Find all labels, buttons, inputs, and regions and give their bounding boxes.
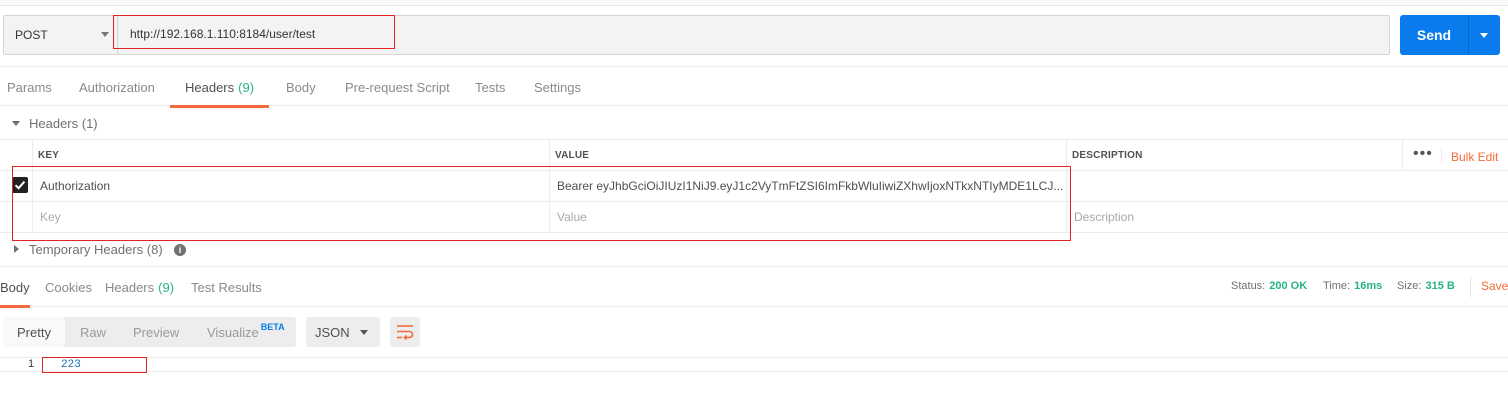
status-indicator[interactable]: Status: 200 OK <box>1231 280 1307 292</box>
tab-count-badge: (9) <box>238 79 255 95</box>
column-divider <box>1441 147 1442 163</box>
status-label: Status: <box>1231 280 1266 292</box>
chevron-down-icon <box>360 330 368 335</box>
tab-response-body[interactable]: Body <box>0 267 30 308</box>
tab-body[interactable]: Body <box>286 67 316 107</box>
format-preview[interactable]: Preview <box>133 317 179 347</box>
tab-label: Params <box>7 79 52 95</box>
tab-label: Authorization <box>79 79 155 95</box>
wrap-lines-button[interactable] <box>390 317 420 347</box>
tab-tests[interactable]: Tests <box>475 67 505 107</box>
size-indicator[interactable]: Size: 315 B <box>1397 280 1455 292</box>
tab-test-results[interactable]: Test Results <box>191 267 262 307</box>
time-indicator[interactable]: Time: 16ms <box>1323 280 1382 292</box>
language-label: JSON <box>315 324 350 340</box>
request-tabs: Params Authorization Headers (9) Body Pre… <box>0 66 1508 108</box>
size-value: 315 B <box>1425 280 1455 292</box>
chevron-down-icon <box>1480 33 1488 38</box>
tab-response-headers[interactable]: Headers (9) <box>105 267 174 307</box>
tab-authorization[interactable]: Authorization <box>79 67 155 107</box>
language-select[interactable]: JSON <box>306 317 380 347</box>
temporary-headers-toggle[interactable]: Temporary Headers (8) <box>29 242 163 257</box>
line-number: 1 <box>28 358 35 370</box>
more-options-icon[interactable]: ••• <box>1413 145 1433 163</box>
format-label: Pretty <box>17 324 51 340</box>
beta-badge: BETA <box>260 322 285 332</box>
send-options-button[interactable] <box>1469 15 1500 55</box>
tab-label: Body <box>0 279 30 295</box>
tab-pre-request-script[interactable]: Pre-request Script <box>345 67 450 107</box>
size-label: Size: <box>1397 280 1422 292</box>
tab-label: Headers <box>185 79 235 95</box>
time-value: 16ms <box>1354 280 1383 292</box>
time-label: Time: <box>1323 280 1351 292</box>
tab-settings[interactable]: Settings <box>534 67 581 107</box>
method-select[interactable]: POST <box>4 16 118 54</box>
format-toggle-group: Pretty Raw Preview Visualize BETA <box>3 317 296 347</box>
headers-section-toggle[interactable]: Headers (1) <box>0 107 1508 139</box>
send-button-group: Send <box>1400 15 1500 55</box>
top-strip <box>0 0 1508 6</box>
divider <box>1470 277 1471 297</box>
format-raw[interactable]: Raw <box>80 317 106 347</box>
tab-label: Body <box>286 79 316 95</box>
tab-params[interactable]: Params <box>7 67 52 107</box>
tab-label: Settings <box>534 79 581 95</box>
column-description: DESCRIPTION <box>1072 149 1143 161</box>
tab-label: Tests <box>475 79 506 95</box>
wrap-lines-icon <box>397 325 414 340</box>
tab-label: Pre-request Script <box>345 79 450 95</box>
tab-label: Headers <box>105 279 155 295</box>
new-description-input[interactable]: Description <box>1074 202 1134 232</box>
header-row-annotation-box <box>12 166 1071 241</box>
code-line <box>0 357 1508 372</box>
url-annotation-box <box>113 15 395 49</box>
chevron-down-icon <box>101 32 109 37</box>
method-label: POST <box>15 28 48 42</box>
format-pretty[interactable]: Pretty <box>3 317 65 347</box>
tab-cookies[interactable]: Cookies <box>45 267 92 307</box>
info-icon[interactable]: i <box>174 244 186 256</box>
format-visualize[interactable]: Visualize BETA <box>207 317 285 347</box>
tab-label: Test Results <box>191 279 262 295</box>
send-button[interactable]: Send <box>1400 15 1468 55</box>
tab-headers[interactable]: Headers (9) <box>170 67 270 108</box>
bulk-edit-link[interactable]: Bulk Edit <box>1451 150 1498 164</box>
tab-count-badge: (9) <box>158 279 175 295</box>
format-label: Preview <box>133 324 180 340</box>
status-value: 200 OK <box>1269 280 1308 292</box>
tab-label: Cookies <box>45 279 92 295</box>
format-label: Visualize <box>207 324 259 340</box>
headers-section-title: Headers (1) <box>29 115 98 131</box>
column-divider <box>1402 139 1403 171</box>
format-label: Raw <box>80 324 107 340</box>
save-response-button[interactable]: Save <box>1481 279 1508 293</box>
response-annotation-box <box>42 357 147 373</box>
expand-triangle-icon[interactable] <box>14 245 19 253</box>
